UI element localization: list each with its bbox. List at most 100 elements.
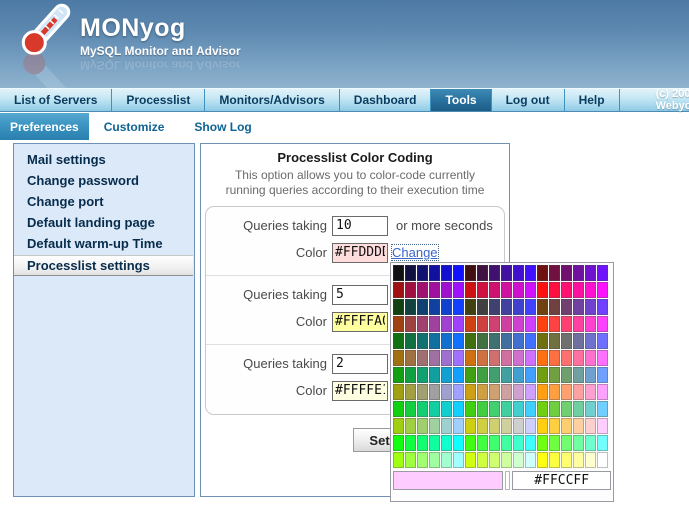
color-swatch[interactable]	[429, 282, 440, 298]
color-swatch[interactable]	[465, 418, 476, 434]
color-swatch[interactable]	[441, 452, 452, 468]
color-swatch[interactable]	[501, 265, 512, 281]
nav-processlist[interactable]: Processlist	[112, 89, 205, 111]
color-swatch[interactable]	[465, 401, 476, 417]
color-swatch[interactable]	[489, 282, 500, 298]
color-swatch[interactable]	[525, 384, 536, 400]
change-color-link[interactable]: Change	[392, 245, 438, 260]
color-swatch[interactable]	[573, 282, 584, 298]
color-swatch[interactable]	[585, 418, 596, 434]
color-swatch[interactable]	[513, 265, 524, 281]
color-swatch[interactable]	[477, 418, 488, 434]
color-swatch[interactable]	[453, 367, 464, 383]
color-swatch[interactable]	[573, 435, 584, 451]
color-swatch[interactable]	[417, 435, 428, 451]
color-swatch[interactable]	[453, 265, 464, 281]
color-swatch[interactable]	[549, 435, 560, 451]
color-swatch[interactable]	[489, 418, 500, 434]
color-swatch[interactable]	[453, 282, 464, 298]
color-swatch[interactable]	[513, 452, 524, 468]
color-swatch[interactable]	[405, 435, 416, 451]
color-swatch[interactable]	[393, 401, 404, 417]
color-swatch[interactable]	[573, 265, 584, 281]
color-swatch[interactable]	[453, 452, 464, 468]
color-swatch[interactable]	[513, 282, 524, 298]
color-swatch[interactable]	[585, 367, 596, 383]
color-swatch[interactable]	[417, 265, 428, 281]
color-swatch[interactable]	[549, 282, 560, 298]
color-swatch[interactable]	[417, 299, 428, 315]
color-swatch[interactable]	[441, 265, 452, 281]
color-swatch[interactable]	[429, 401, 440, 417]
color-swatch[interactable]	[537, 333, 548, 349]
color-swatch[interactable]	[561, 384, 572, 400]
color-swatch[interactable]	[441, 401, 452, 417]
color-swatch[interactable]	[465, 333, 476, 349]
color-swatch[interactable]	[513, 435, 524, 451]
color-swatch[interactable]	[585, 333, 596, 349]
color-swatch[interactable]	[417, 367, 428, 383]
color-swatch[interactable]	[417, 333, 428, 349]
color-swatch[interactable]	[585, 350, 596, 366]
color-swatch[interactable]	[405, 452, 416, 468]
color-swatch[interactable]	[429, 452, 440, 468]
color-swatch[interactable]	[489, 316, 500, 332]
color-swatch[interactable]	[441, 384, 452, 400]
color-swatch[interactable]	[525, 367, 536, 383]
color-swatch[interactable]	[417, 384, 428, 400]
color-swatch[interactable]	[441, 316, 452, 332]
color-swatch[interactable]	[525, 282, 536, 298]
color-swatch[interactable]	[441, 350, 452, 366]
color-swatch[interactable]	[525, 333, 536, 349]
color-swatch[interactable]	[393, 418, 404, 434]
color-swatch[interactable]	[513, 316, 524, 332]
sidebar-item-change-password[interactable]: Change password	[14, 171, 194, 191]
color-swatch[interactable]	[453, 333, 464, 349]
color-swatch[interactable]	[537, 384, 548, 400]
color-swatch[interactable]	[417, 350, 428, 366]
color-swatch[interactable]	[549, 350, 560, 366]
color-swatch[interactable]	[549, 299, 560, 315]
color-swatch[interactable]	[585, 435, 596, 451]
color-swatch[interactable]	[597, 265, 608, 281]
color-swatch[interactable]	[489, 350, 500, 366]
color-swatch[interactable]	[573, 401, 584, 417]
color-swatch[interactable]	[597, 384, 608, 400]
color-swatch[interactable]	[429, 418, 440, 434]
color-swatch[interactable]	[405, 418, 416, 434]
color-swatch[interactable]	[477, 282, 488, 298]
sidebar-item-processlist-settings[interactable]: Processlist settings	[14, 255, 193, 276]
color-swatch[interactable]	[405, 384, 416, 400]
color-swatch[interactable]	[429, 299, 440, 315]
color-swatch[interactable]	[597, 367, 608, 383]
color-swatch[interactable]	[465, 299, 476, 315]
color-swatch[interactable]	[513, 401, 524, 417]
color-swatch[interactable]	[489, 299, 500, 315]
color-swatch[interactable]	[477, 316, 488, 332]
color-swatch[interactable]	[537, 265, 548, 281]
sidebar-item-default-landing-page[interactable]: Default landing page	[14, 213, 194, 233]
color-swatch[interactable]	[513, 350, 524, 366]
color-swatch[interactable]	[501, 452, 512, 468]
color-swatch[interactable]	[537, 299, 548, 315]
color-swatch[interactable]	[585, 316, 596, 332]
color-swatch[interactable]	[393, 384, 404, 400]
color-swatch[interactable]	[597, 418, 608, 434]
color-swatch[interactable]	[585, 265, 596, 281]
color-swatch[interactable]	[441, 418, 452, 434]
color-swatch[interactable]	[561, 367, 572, 383]
color-swatch[interactable]	[417, 316, 428, 332]
color-swatch[interactable]	[597, 435, 608, 451]
color-hex-input[interactable]	[332, 312, 388, 332]
color-swatch[interactable]	[429, 367, 440, 383]
color-swatch[interactable]	[525, 299, 536, 315]
color-swatch[interactable]	[393, 452, 404, 468]
color-swatch[interactable]	[465, 350, 476, 366]
color-swatch[interactable]	[441, 299, 452, 315]
color-swatch[interactable]	[453, 299, 464, 315]
color-swatch[interactable]	[561, 418, 572, 434]
sidebar-item-default-warm-up-time[interactable]: Default warm-up Time	[14, 234, 194, 254]
color-swatch[interactable]	[465, 282, 476, 298]
color-hex-input[interactable]	[332, 243, 388, 263]
color-swatch[interactable]	[549, 384, 560, 400]
